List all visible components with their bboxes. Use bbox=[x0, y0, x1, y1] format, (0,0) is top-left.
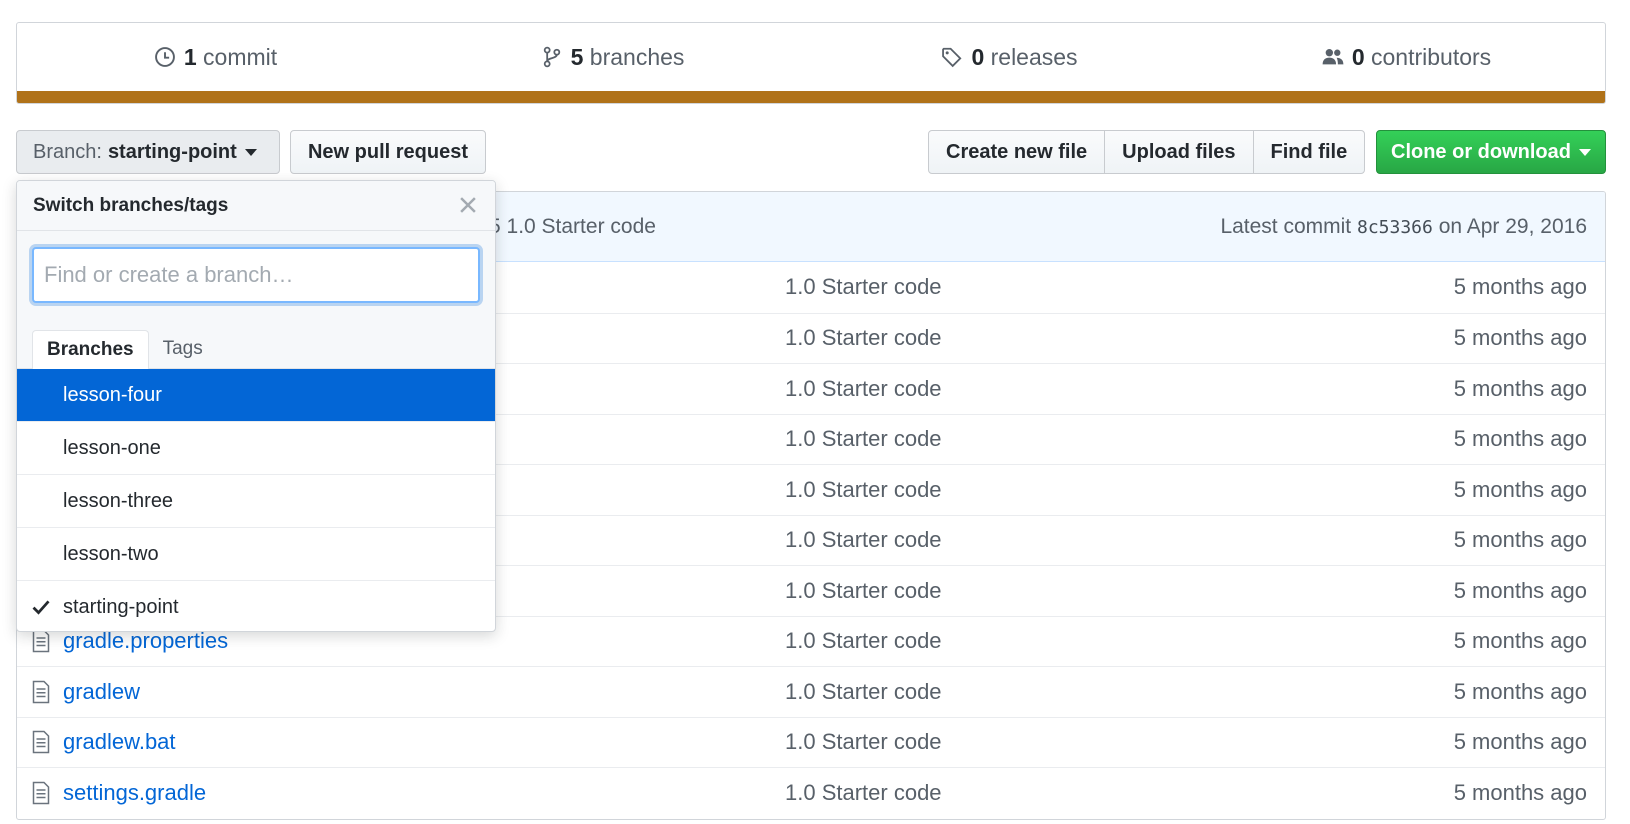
file-commit-message[interactable]: 1.0 Starter code bbox=[785, 679, 942, 705]
commit-date: on Apr 29, 2016 bbox=[1438, 214, 1587, 238]
branches-count: 5 bbox=[570, 43, 584, 70]
latest-commit-label: Latest commit bbox=[1220, 214, 1352, 238]
language-bar[interactable] bbox=[17, 91, 1605, 103]
check-icon bbox=[32, 600, 50, 615]
branch-list: lesson-four lesson-one lesson-three lesson-… bbox=[17, 369, 495, 631]
caret-down-icon bbox=[1579, 148, 1591, 156]
branch-item-label: lesson-four bbox=[63, 383, 162, 406]
file-name-link[interactable]: gradlew.bat bbox=[63, 729, 176, 755]
dropdown-title: Switch branches/tags bbox=[33, 194, 229, 216]
releases-link[interactable]: 0 releases bbox=[811, 23, 1208, 91]
branch-item[interactable]: lesson-four bbox=[17, 369, 495, 421]
tag-icon bbox=[942, 47, 962, 68]
file-row: gradlew.bat 1.0 Starter code 5 months ago bbox=[17, 716, 1605, 768]
file-commit-message[interactable]: 1.0 Starter code bbox=[785, 274, 942, 300]
branch-item-label: lesson-one bbox=[63, 436, 161, 459]
dropdown-filter bbox=[17, 231, 495, 321]
file-age: 5 months ago bbox=[1453, 476, 1587, 502]
file-name-link[interactable]: gradle.properties bbox=[63, 628, 228, 654]
releases-label: releases bbox=[990, 43, 1078, 70]
find-file-button[interactable]: Find file bbox=[1252, 130, 1366, 174]
file-name-link[interactable]: settings.gradle bbox=[63, 780, 206, 806]
branch-select-button[interactable]: Branch: starting-point bbox=[16, 130, 280, 174]
file-commit-message[interactable]: 1.0 Starter code bbox=[785, 729, 942, 755]
file-row: gradlew 1.0 Starter code 5 months ago bbox=[17, 666, 1605, 717]
file-commit-message[interactable]: 1.0 Starter code bbox=[785, 426, 942, 452]
branches-label: branches bbox=[589, 43, 685, 70]
people-icon bbox=[1322, 49, 1344, 65]
create-new-file-button[interactable]: Create new file bbox=[928, 130, 1106, 174]
file-commit-message[interactable]: 1.0 Starter code bbox=[785, 325, 942, 351]
contributors-label: contributors bbox=[1371, 43, 1492, 70]
branch-item-label: lesson-three bbox=[63, 489, 174, 512]
file-age: 5 months ago bbox=[1453, 779, 1587, 805]
file-actions-group: Create new file Upload files Find file bbox=[928, 130, 1366, 174]
file-icon bbox=[32, 630, 50, 653]
file-age: 5 months ago bbox=[1453, 678, 1587, 704]
branch-dropdown: Switch branches/tags Branches Tags lesso… bbox=[16, 180, 496, 632]
file-name-link[interactable]: gradlew bbox=[63, 679, 140, 705]
contributors-link[interactable]: 0 contributors bbox=[1208, 23, 1605, 91]
dropdown-tabs: Branches Tags bbox=[17, 321, 495, 369]
file-commit-message[interactable]: 1.0 Starter code bbox=[785, 628, 942, 654]
commits-link[interactable]: 1 commit bbox=[17, 23, 414, 91]
file-commit-message[interactable]: 1.0 Starter code bbox=[785, 780, 942, 806]
branch-item[interactable]: lesson-three bbox=[17, 474, 495, 527]
branch-item[interactable]: lesson-one bbox=[17, 421, 495, 474]
file-commit-message[interactable]: 1.0 Starter code bbox=[785, 578, 942, 604]
close-icon[interactable] bbox=[457, 194, 479, 216]
file-age: 5 months ago bbox=[1453, 729, 1587, 755]
file-age: 5 months ago bbox=[1453, 628, 1587, 654]
commits-count: 1 bbox=[183, 43, 197, 70]
clone-or-download-button[interactable]: Clone or download bbox=[1376, 130, 1606, 174]
file-row: settings.gradle 1.0 Starter code 5 months … bbox=[17, 767, 1605, 818]
file-commit-message[interactable]: 1.0 Starter code bbox=[785, 477, 942, 503]
branch-name: starting-point bbox=[107, 140, 237, 163]
branch-item-label: lesson-two bbox=[63, 542, 159, 565]
file-commit-message[interactable]: 1.0 Starter code bbox=[785, 376, 942, 402]
file-age: 5 months ago bbox=[1453, 577, 1587, 603]
commit-sha[interactable]: 8c53366 bbox=[1357, 217, 1433, 238]
tab-branches[interactable]: Branches bbox=[32, 330, 149, 369]
file-icon bbox=[32, 731, 50, 754]
new-pull-request-button[interactable]: New pull request bbox=[290, 130, 486, 174]
file-age: 5 months ago bbox=[1453, 527, 1587, 553]
git-branch-icon bbox=[543, 46, 560, 68]
contributors-count: 0 bbox=[1351, 43, 1365, 70]
file-age: 5 months ago bbox=[1453, 325, 1587, 351]
branch-item[interactable]: lesson-two bbox=[17, 527, 495, 580]
branch-item-label: starting-point bbox=[63, 595, 179, 618]
file-icon bbox=[32, 781, 50, 804]
file-age: 5 months ago bbox=[1453, 375, 1587, 401]
tab-tags[interactable]: Tags bbox=[149, 330, 217, 368]
clone-label: Clone or download bbox=[1391, 140, 1571, 163]
latest-commit-info: Latest commit 8c53366 on Apr 29, 2016 bbox=[1220, 215, 1587, 239]
commits-label: commit bbox=[203, 43, 278, 70]
releases-count: 0 bbox=[971, 43, 985, 70]
branch-prefix: Branch: bbox=[33, 140, 102, 163]
branch-item[interactable]: starting-point bbox=[17, 580, 495, 631]
branches-link[interactable]: 5 branches bbox=[414, 23, 811, 91]
dropdown-header: Switch branches/tags bbox=[17, 181, 495, 231]
caret-down-icon bbox=[244, 148, 257, 156]
file-icon bbox=[32, 680, 50, 703]
branch-filter-input[interactable] bbox=[32, 247, 480, 303]
file-commit-message[interactable]: 1.0 Starter code bbox=[785, 527, 942, 553]
file-age: 5 months ago bbox=[1453, 426, 1587, 452]
file-age: 5 months ago bbox=[1453, 274, 1587, 300]
commit-message[interactable]: 5 1.0 Starter code bbox=[489, 215, 656, 239]
history-icon bbox=[154, 47, 175, 67]
upload-files-button[interactable]: Upload files bbox=[1104, 130, 1254, 174]
repo-summary: 1 commit 5 branches 0 releases 0 contrib… bbox=[16, 22, 1606, 104]
